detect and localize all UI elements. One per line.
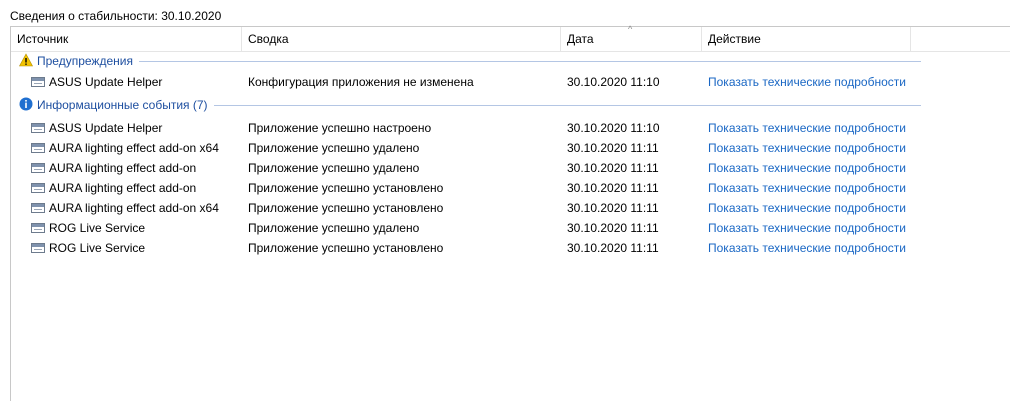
- list-header: Источник Сводка Дата ^ Действие: [11, 24, 1010, 52]
- date-cell: 30.10.2020 11:11: [567, 221, 659, 235]
- application-icon: [31, 243, 45, 253]
- group-divider: [139, 61, 921, 62]
- page-title: Сведения о стабильности: 30.10.2020: [10, 9, 222, 23]
- reliability-details: Сведения о стабильности: 30.10.2020 Исто…: [0, 0, 1010, 401]
- date-cell: 30.10.2020 11:11: [567, 181, 659, 195]
- table-row[interactable]: ROG Live Service Приложение успешно устан…: [11, 238, 1010, 258]
- source-cell: AURA lighting effect add-on: [49, 161, 197, 175]
- table-row[interactable]: AURA lighting effect add-on Приложение ус…: [11, 158, 1010, 178]
- group-label: Информационные события (7): [37, 96, 212, 114]
- table-row[interactable]: ASUS Update Helper Приложение успешно нас…: [11, 118, 1010, 138]
- column-header-source[interactable]: Источник: [11, 27, 242, 51]
- technical-details-link[interactable]: Показать технические подробности: [708, 178, 906, 198]
- source-cell: ROG Live Service: [49, 221, 146, 235]
- summary-cell: Конфигурация приложения не изменена: [248, 75, 474, 89]
- application-icon: [31, 77, 45, 87]
- events-list[interactable]: Источник Сводка Дата ^ Действие Предупре…: [10, 24, 1010, 401]
- sort-ascending-icon: ^: [628, 24, 633, 34]
- column-header-summary[interactable]: Сводка: [242, 27, 561, 51]
- summary-cell: Приложение успешно установлено: [248, 201, 444, 215]
- source-cell: AURA lighting effect add-on x64: [49, 141, 219, 155]
- group-header[interactable]: Информационные события (7): [11, 96, 1010, 114]
- technical-details-link[interactable]: Показать технические подробности: [708, 118, 906, 138]
- date-cell: 30.10.2020 11:10: [567, 121, 660, 135]
- summary-cell: Приложение успешно настроено: [248, 121, 432, 135]
- application-icon: [31, 143, 45, 153]
- technical-details-link[interactable]: Показать технические подробности: [708, 198, 906, 218]
- group-label: Предупреждения: [37, 52, 137, 70]
- date-cell: 30.10.2020 11:11: [567, 241, 659, 255]
- source-cell: ASUS Update Helper: [49, 121, 163, 135]
- table-row[interactable]: AURA lighting effect add-on x64 Приложени…: [11, 198, 1010, 218]
- table-row[interactable]: AURA lighting effect add-on x64 Приложени…: [11, 138, 1010, 158]
- group-header[interactable]: Предупреждения: [11, 52, 1010, 70]
- date-cell: 30.10.2020 11:10: [567, 75, 660, 89]
- table-row[interactable]: ASUS Update Helper Конфигурация приложени…: [11, 72, 1010, 92]
- source-cell: ASUS Update Helper: [49, 75, 163, 89]
- summary-cell: Приложение успешно установлено: [248, 181, 444, 195]
- table-row[interactable]: AURA lighting effect add-on Приложение ус…: [11, 178, 1010, 198]
- summary-cell: Приложение успешно удалено: [248, 221, 420, 235]
- date-cell: 30.10.2020 11:11: [567, 161, 659, 175]
- info-icon: [19, 97, 33, 111]
- application-icon: [31, 183, 45, 193]
- summary-cell: Приложение успешно удалено: [248, 161, 420, 175]
- application-icon: [31, 203, 45, 213]
- date-cell: 30.10.2020 11:11: [567, 201, 659, 215]
- group-divider: [214, 105, 921, 106]
- application-icon: [31, 163, 45, 173]
- application-icon: [31, 123, 45, 133]
- source-cell: AURA lighting effect add-on x64: [49, 201, 219, 215]
- summary-cell: Приложение успешно установлено: [248, 241, 444, 255]
- summary-cell: Приложение успешно удалено: [248, 141, 420, 155]
- table-row[interactable]: ROG Live Service Приложение успешно удале…: [11, 218, 1010, 238]
- source-cell: AURA lighting effect add-on: [49, 181, 197, 195]
- column-header-action[interactable]: Действие: [702, 27, 911, 51]
- date-cell: 30.10.2020 11:11: [567, 141, 659, 155]
- technical-details-link[interactable]: Показать технические подробности: [708, 158, 906, 178]
- technical-details-link[interactable]: Показать технические подробности: [708, 138, 906, 158]
- technical-details-link[interactable]: Показать технические подробности: [708, 72, 906, 92]
- technical-details-link[interactable]: Показать технические подробности: [708, 238, 906, 258]
- technical-details-link[interactable]: Показать технические подробности: [708, 218, 906, 238]
- warning-icon: [18, 53, 34, 67]
- application-icon: [31, 223, 45, 233]
- source-cell: ROG Live Service: [49, 241, 146, 255]
